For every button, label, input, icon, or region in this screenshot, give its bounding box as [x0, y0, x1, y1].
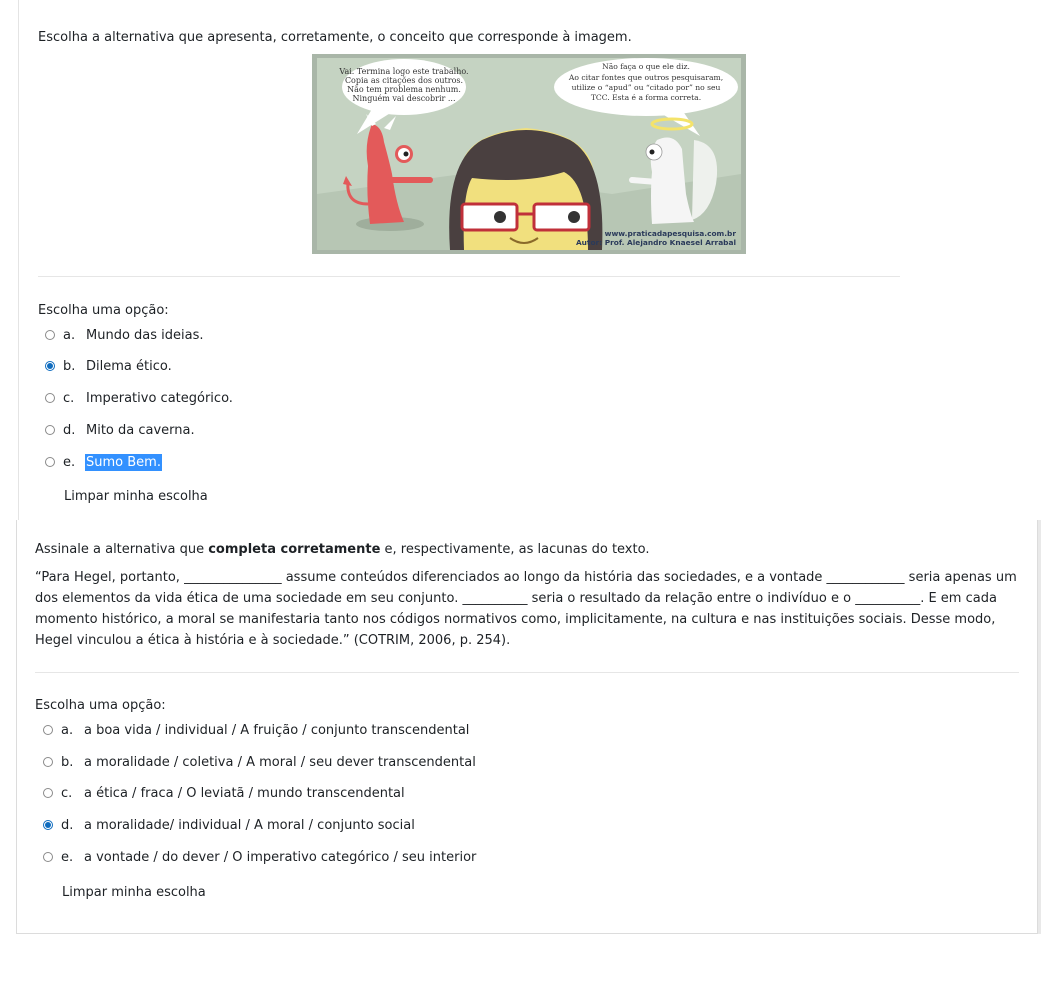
radio-button[interactable] — [45, 330, 55, 340]
option-text[interactable]: Imperativo categórico. — [85, 390, 234, 407]
question-1-text: Escolha a alternativa que apresenta, cor… — [38, 30, 632, 45]
radio-button-selected[interactable] — [43, 820, 53, 830]
option-e[interactable]: e. Sumo Bem. — [45, 451, 162, 473]
option-text[interactable]: Mito da caverna. — [85, 422, 196, 439]
radio-button[interactable] — [43, 852, 53, 862]
radio-button[interactable] — [43, 757, 53, 767]
option-letter: c. — [61, 785, 73, 801]
left-bubble-line: Não tem problema nenhum. — [347, 85, 461, 94]
question-1: Escolha a alternativa que apresenta, cor… — [0, 0, 1044, 520]
radio-button[interactable] — [43, 725, 53, 735]
instruction-bold: completa corretamente — [208, 542, 381, 557]
option-letter: e. — [63, 454, 76, 470]
option-b[interactable]: b. a moralidade / coletiva / A moral / s… — [43, 751, 477, 773]
left-bubble-line: Vai. Termina logo este trabalho. — [338, 67, 468, 76]
cartoon-credit-url: www.praticadapesquisa.com.br — [605, 229, 737, 238]
choose-option-prompt: Escolha uma opção: — [38, 303, 169, 318]
right-bubble-line: Não faça o que ele diz. — [602, 62, 690, 71]
option-text-selected-highlight[interactable]: Sumo Bem. — [85, 453, 162, 471]
left-bubble-line: Copia as citações dos outros. — [345, 76, 463, 85]
choose-option-prompt: Escolha uma opção: — [35, 698, 166, 713]
question-border — [18, 0, 19, 520]
question-border — [1038, 520, 1041, 934]
option-d[interactable]: d. a moralidade/ individual / A moral / … — [43, 814, 416, 836]
left-bubble-line: Ninguém vai descobrir ... — [353, 94, 456, 103]
radio-button[interactable] — [43, 788, 53, 798]
option-letter: a. — [61, 722, 74, 738]
option-letter: e. — [61, 849, 74, 865]
right-bubble-line: Ao citar fontes que outros pesquisaram, — [568, 73, 723, 82]
radio-button-selected[interactable] — [45, 361, 55, 371]
option-text[interactable]: Dilema ético. — [85, 358, 173, 375]
option-c[interactable]: c. Imperativo categórico. — [45, 387, 234, 409]
option-text[interactable]: a vontade / do dever / O imperativo cate… — [83, 849, 477, 866]
clear-choice-link[interactable]: Limpar minha escolha — [62, 885, 206, 900]
question-2-instruction: Assinale a alternativa que completa corr… — [35, 542, 649, 557]
clear-choice-link[interactable]: Limpar minha escolha — [64, 489, 208, 504]
option-b[interactable]: b. Dilema ético. — [45, 355, 173, 377]
option-letter: b. — [61, 754, 74, 770]
radio-button[interactable] — [45, 393, 55, 403]
radio-button[interactable] — [45, 425, 55, 435]
option-a[interactable]: a. a boa vida / individual / A fruição /… — [43, 719, 470, 741]
divider — [38, 276, 900, 277]
instruction-text: Assinale a alternativa que — [35, 542, 209, 557]
right-bubble-line: utilize o “apud” ou “citado por” no seu — [572, 83, 721, 92]
option-letter: b. — [63, 358, 76, 374]
option-text[interactable]: a moralidade/ individual / A moral / con… — [83, 817, 416, 834]
option-d[interactable]: d. Mito da caverna. — [45, 419, 196, 441]
option-text[interactable]: a boa vida / individual / A fruição / co… — [83, 722, 470, 739]
option-text[interactable]: a ética / fraca / O leviatã / mundo tran… — [83, 785, 406, 802]
option-text[interactable]: Mundo das ideias. — [85, 327, 205, 344]
option-e[interactable]: e. a vontade / do dever / O imperativo c… — [43, 846, 477, 868]
question-2-quote: “Para Hegel, portanto, _______________ a… — [35, 570, 1017, 648]
option-c[interactable]: c. a ética / fraca / O leviatã / mundo t… — [43, 782, 406, 804]
option-letter: c. — [63, 390, 75, 406]
option-letter: d. — [63, 422, 76, 438]
radio-button[interactable] — [45, 457, 55, 467]
question-2: Assinale a alternativa que completa corr… — [16, 520, 1041, 934]
option-text[interactable]: a moralidade / coletiva / A moral / seu … — [83, 754, 477, 771]
option-a[interactable]: a. Mundo das ideias. — [45, 324, 205, 346]
divider — [35, 672, 1019, 673]
option-letter: d. — [61, 817, 74, 833]
instruction-text: e, respectivamente, as lacunas do texto. — [380, 542, 650, 557]
right-bubble-line: TCC. Esta é a forma correta. — [591, 93, 701, 102]
cartoon-credit-author: Autor: Prof. Alejandro Knaesel Arrabal — [576, 238, 736, 247]
question-1-cartoon-image: Vai. Termina logo este trabalho. Copia a… — [312, 54, 746, 254]
option-letter: a. — [63, 327, 76, 343]
